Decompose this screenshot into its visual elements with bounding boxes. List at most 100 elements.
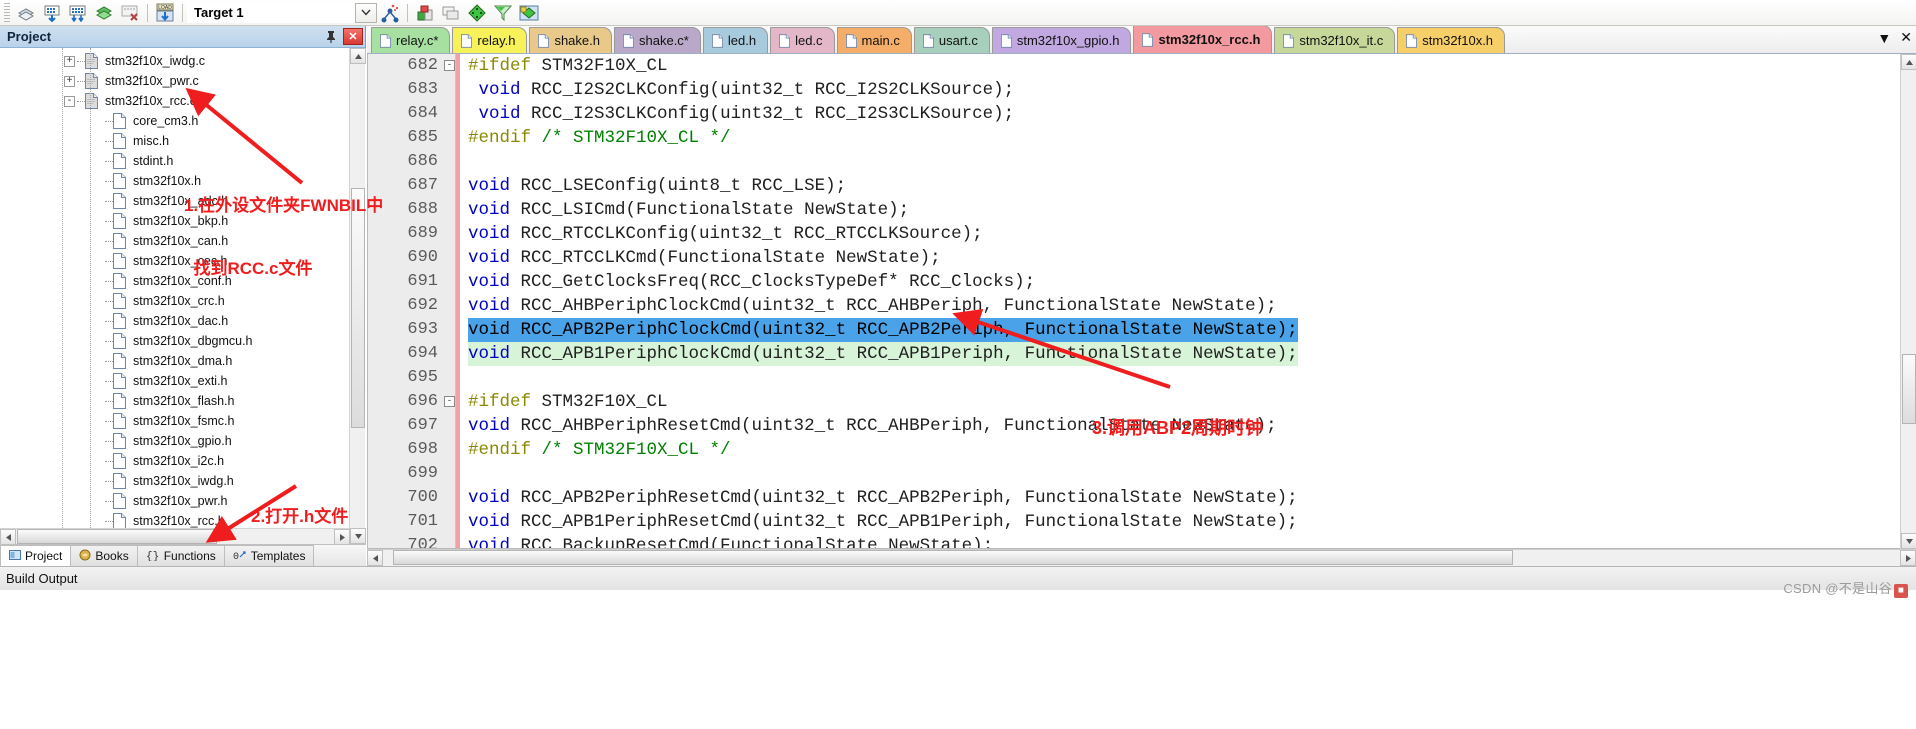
- batch-build-icon[interactable]: [13, 1, 39, 25]
- hscrollbar-thumb[interactable]: [17, 529, 217, 544]
- tree-item-stm32f10x-exti-h[interactable]: stm32f10x_exti.h: [0, 371, 366, 391]
- editor-tab-led-c[interactable]: led.c: [770, 27, 835, 53]
- line-number: 702: [407, 536, 438, 549]
- editor-tab-stm32f10x-it-c[interactable]: stm32f10x_it.c: [1274, 27, 1396, 53]
- editor-horizontal-scrollbar[interactable]: [367, 549, 1916, 566]
- tree-item-stm32f10x-pwr-c[interactable]: + stm32f10x_pwr.c: [0, 71, 366, 91]
- expand-toggle-icon[interactable]: +: [64, 75, 75, 87]
- code-line[interactable]: 682- #ifdef STM32F10X_CL: [368, 54, 1915, 78]
- build-all-icon[interactable]: [91, 1, 117, 25]
- tree-item-stm32f10x-gpio-h[interactable]: stm32f10x_gpio.h: [0, 431, 366, 451]
- tree-guide-line-0: [62, 48, 63, 544]
- tree-connector: [105, 440, 113, 442]
- editor-tab-stm32f10x-rcc-h[interactable]: stm32f10x_rcc.h: [1133, 26, 1273, 53]
- expand-toggle-icon[interactable]: +: [64, 55, 75, 67]
- code-line[interactable]: 691 void RCC_GetClocksFreq(RCC_ClocksType…: [368, 270, 1915, 294]
- code-line[interactable]: 686: [368, 150, 1915, 174]
- close-panel-button[interactable]: ✕: [343, 28, 363, 45]
- tree-connector: [105, 500, 113, 502]
- pin-icon[interactable]: [322, 28, 340, 46]
- filter-icon[interactable]: [490, 1, 516, 25]
- code-line[interactable]: 701 void RCC_APB1PeriphResetCmd(uint32_t …: [368, 510, 1915, 534]
- editor-hscrollbar-thumb[interactable]: [393, 550, 1513, 565]
- editor-tab-relay-h[interactable]: relay.h: [452, 27, 528, 53]
- scroll-up-button[interactable]: [350, 48, 366, 64]
- code-line[interactable]: 687 void RCC_LSEConfig(uint8_t RCC_LSE);: [368, 174, 1915, 198]
- editor-tab-relay-c-[interactable]: relay.c*: [371, 27, 451, 53]
- line-number: 697: [407, 416, 438, 435]
- code-token: #endif: [468, 128, 532, 148]
- code-line[interactable]: 683 void RCC_I2S2CLKConfig(uint32_t RCC_…: [368, 78, 1915, 102]
- project-tab-books[interactable]: Books: [70, 545, 138, 566]
- project-tab-functions[interactable]: {} Functions: [136, 545, 225, 566]
- scroll-left-button[interactable]: [0, 529, 16, 545]
- code-line[interactable]: 689 void RCC_RTCCLKConfig(uint32_t RCC_RT…: [368, 222, 1915, 246]
- editor-scrollbar-thumb[interactable]: [1902, 354, 1916, 424]
- scroll-down-button[interactable]: [350, 528, 366, 544]
- tree-item-label: stm32f10x_fsmc.h: [133, 414, 235, 428]
- code-line[interactable]: 690 void RCC_RTCCLKCmd(FunctionalState Ne…: [368, 246, 1915, 270]
- chevron-down-icon[interactable]: [355, 2, 377, 23]
- editor-scroll-left-button[interactable]: [367, 550, 383, 566]
- code-line[interactable]: 702 void RCC_BackupResetCmd(FunctionalSta…: [368, 534, 1915, 549]
- editor-tab-shake-c-[interactable]: shake.c*: [614, 27, 701, 53]
- editor-tab-led-h[interactable]: led.h: [702, 27, 769, 53]
- editor-tab-main-c[interactable]: main.c: [836, 27, 912, 53]
- code-token: /* STM32F10X_CL */: [541, 440, 731, 460]
- code-fold-toggle-icon[interactable]: -: [444, 60, 455, 71]
- editor-tab-stm32f10x-gpio-h[interactable]: stm32f10x_gpio.h: [991, 27, 1132, 53]
- code-text: void RCC_APB1PeriphResetCmd(uint32_t RCC…: [468, 510, 1298, 534]
- collapse-toggle-icon[interactable]: -: [64, 95, 75, 107]
- editor-tab-label: shake.c*: [639, 33, 689, 48]
- editor-tab-label: stm32f10x.h: [1422, 33, 1494, 48]
- close-tab-icon[interactable]: ✕: [1900, 29, 1912, 46]
- code-token: void: [468, 248, 511, 268]
- tree-item-stm32f10x-dbgmcu-h[interactable]: stm32f10x_dbgmcu.h: [0, 331, 366, 351]
- code-line[interactable]: 685 #endif /* STM32F10X_CL */: [368, 126, 1915, 150]
- tree-item-stm32f10x-flash-h[interactable]: stm32f10x_flash.h: [0, 391, 366, 411]
- code-line[interactable]: 700 void RCC_APB2PeriphResetCmd(uint32_t …: [368, 486, 1915, 510]
- code-fold-toggle-icon[interactable]: -: [444, 396, 455, 407]
- editor-vertical-scrollbar[interactable]: [1900, 54, 1916, 549]
- tree-item-stm32f10x-iwdg-c[interactable]: + stm32f10x_iwdg.c: [0, 51, 366, 71]
- code-line[interactable]: 684 void RCC_I2S3CLKConfig(uint32_t RCC_…: [368, 102, 1915, 126]
- editor-scroll-up-button[interactable]: [1901, 54, 1916, 70]
- editor-scroll-right-button[interactable]: [1900, 550, 1916, 566]
- tree-item-stm32f10x-fsmc-h[interactable]: stm32f10x_fsmc.h: [0, 411, 366, 431]
- code-line[interactable]: 688 void RCC_LSICmd(FunctionalState NewSt…: [368, 198, 1915, 222]
- download-icon[interactable]: LOAD: [152, 1, 178, 25]
- editor-tab-controls[interactable]: ▼ ✕: [1877, 29, 1912, 46]
- tab-list-dropdown-icon[interactable]: ▼: [1877, 30, 1891, 46]
- project-tab-project[interactable]: Project: [0, 545, 72, 566]
- editor-tab-shake-h[interactable]: shake.h: [529, 27, 612, 53]
- functions-icon: {}: [146, 549, 160, 564]
- configuration-wizard-icon[interactable]: [464, 1, 490, 25]
- stop-build-icon[interactable]: [117, 1, 143, 25]
- editor-scroll-down-button[interactable]: [1901, 533, 1916, 549]
- window-tile-icon[interactable]: [438, 1, 464, 25]
- editor-tab-bar[interactable]: relay.c* relay.h shake.h shake.c* led.h led.c…: [367, 26, 1916, 54]
- pack-installer-icon[interactable]: [516, 1, 542, 25]
- target-select-value[interactable]: Target 1: [187, 2, 355, 23]
- code-token: #ifdef: [468, 392, 542, 412]
- code-token: void: [468, 512, 511, 532]
- project-panel-title: Project: [7, 29, 52, 44]
- file-icon: [1000, 33, 1012, 48]
- target-options-icon[interactable]: [412, 1, 438, 25]
- rebuild-all-icon[interactable]: [65, 1, 91, 25]
- manage-components-icon[interactable]: [377, 1, 403, 25]
- h-file-icon: [113, 513, 126, 529]
- editor-hscroll-track[interactable]: [383, 550, 1900, 566]
- h-file-icon: [113, 213, 126, 229]
- build-target-icon[interactable]: [39, 1, 65, 25]
- tree-item-label: stm32f10x_pwr.h: [133, 494, 228, 508]
- toolbar-grip[interactable]: [4, 2, 10, 23]
- editor-tab-usart-c[interactable]: usart.c: [913, 27, 990, 53]
- tree-item-stm32f10x-dma-h[interactable]: stm32f10x_dma.h: [0, 351, 366, 371]
- editor-tab-stm32f10x-h[interactable]: stm32f10x.h: [1397, 27, 1506, 53]
